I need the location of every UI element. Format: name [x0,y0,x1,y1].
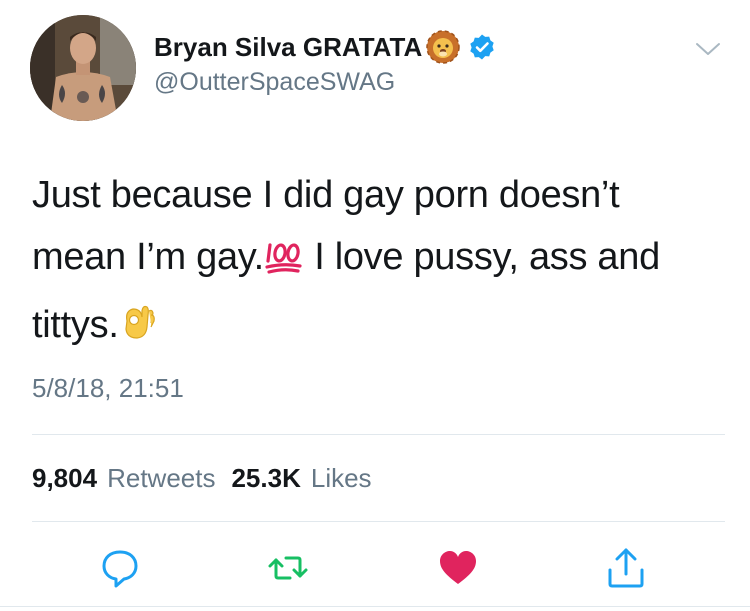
likes-label[interactable]: Likes [311,463,372,494]
avatar[interactable] [30,15,136,121]
likes-count[interactable]: 25.3K [231,463,300,494]
hundred-points-icon [264,232,304,294]
chevron-down-icon[interactable] [695,40,721,58]
tweet-timestamp[interactable]: 5/8/18, 21:51 [32,373,184,404]
verified-badge-icon [468,33,496,61]
retweets-count[interactable]: 9,804 [32,463,97,494]
tweet-line-1: Just because I did gay porn doesn’t [32,174,620,216]
ok-hand-icon [119,300,159,362]
tweet-line-2-start: mean I’m gay. [32,236,264,278]
user-handle[interactable]: @OutterSpaceSWAG [154,68,395,97]
divider [0,606,750,607]
tweet-text: Just because I did gay porn doesn’t mean… [32,164,732,362]
lion-face-icon [426,30,460,64]
tweet-line-2-end: I love pussy, ass and [303,236,660,278]
like-heart-icon[interactable] [436,546,480,590]
tweet-line-3: tittys. [32,294,732,362]
tweet-line-3-text: tittys. [32,304,119,346]
share-icon[interactable] [604,546,648,590]
display-name[interactable]: Bryan Silva GRATATA [154,30,496,64]
retweet-icon[interactable] [266,546,310,590]
tweet-actions [0,540,750,600]
tweet-stats: 9,804 Retweets 25.3K Likes [32,463,378,494]
divider [32,521,725,522]
retweets-label[interactable]: Retweets [107,463,215,494]
divider [32,434,725,435]
display-name-text: Bryan Silva GRATATA [154,31,423,62]
reply-icon[interactable] [98,546,142,590]
tweet-line-2: mean I’m gay. I love pussy, ass and [32,226,732,294]
